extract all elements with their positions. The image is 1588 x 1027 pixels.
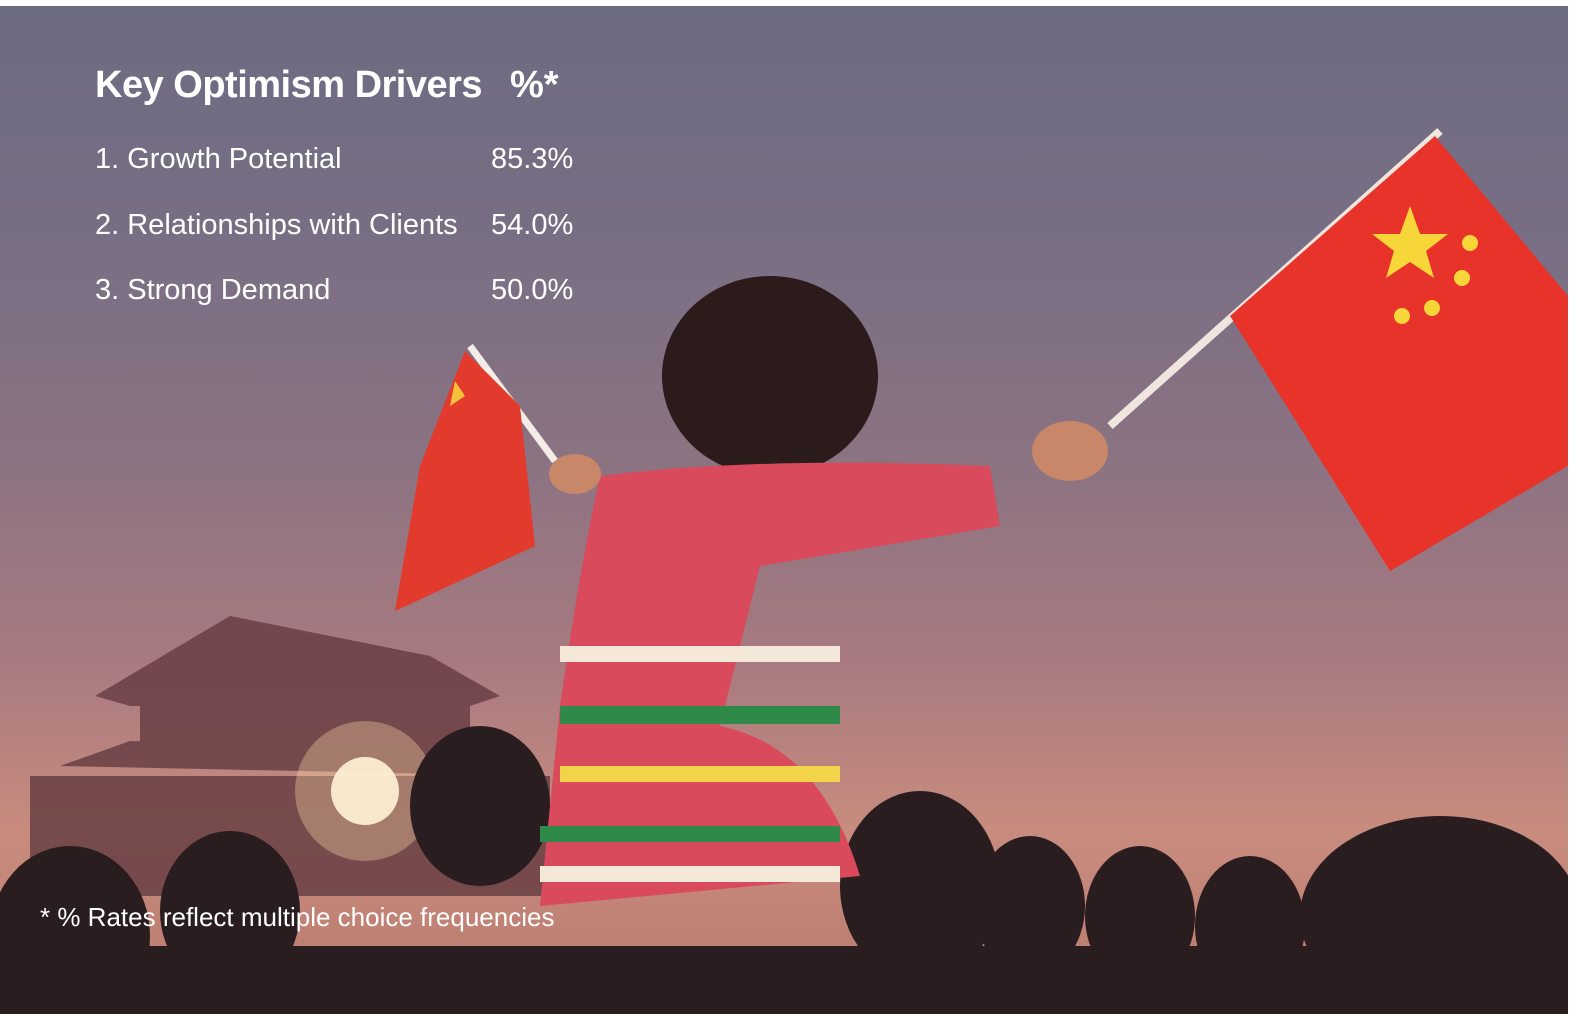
row-label-relationships-with-clients: 2. Relationships with Clients [95, 209, 458, 241]
row-label-growth-potential: 1. Growth Potential [95, 143, 342, 175]
row-label-strong-demand: 3. Strong Demand [95, 274, 331, 306]
row-value-strong-demand: 50.0% [491, 274, 574, 306]
row-value-growth-potential: 85.3% [491, 143, 574, 175]
footnote: * % Rates reflect multiple choice freque… [40, 902, 555, 932]
photo-background: Key Optimism Drivers %* 1. Growth Potent… [0, 6, 1568, 1014]
table-value-header: %* [510, 64, 559, 106]
table-title: Key Optimism Drivers [95, 64, 483, 106]
large-flag [1107, 128, 1568, 571]
small-flag [395, 343, 558, 611]
row-value-relationships-with-clients: 54.0% [491, 209, 574, 241]
child [540, 276, 1108, 906]
